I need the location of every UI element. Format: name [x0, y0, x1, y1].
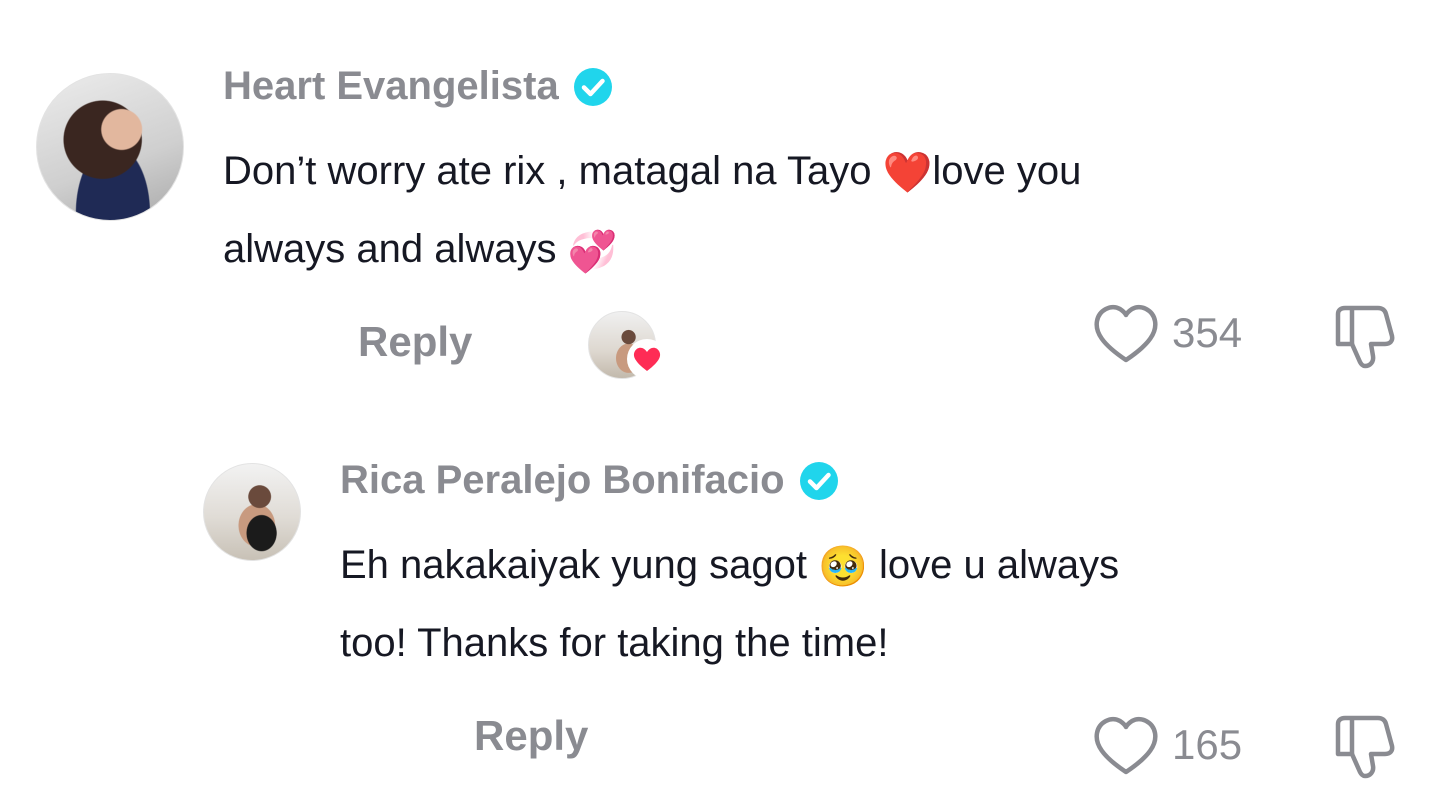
comment-author[interactable]: Heart Evangelista: [223, 64, 613, 109]
comment-text-line: love you: [932, 149, 1082, 193]
comment-text-line: love u always: [867, 543, 1120, 587]
red-heart-emoji: ❤️: [882, 151, 933, 196]
verified-icon: [799, 461, 838, 500]
verified-icon: [573, 67, 612, 106]
heart-outline-icon[interactable]: [1090, 300, 1162, 366]
comment-text: Don’t worry ate rix , matagal na Tayo ❤️…: [223, 133, 1081, 290]
like-control[interactable]: 165: [1090, 712, 1272, 778]
comment-author[interactable]: Rica Peralejo Bonifacio: [340, 458, 839, 503]
reply-button[interactable]: Reply: [358, 318, 472, 366]
comment-text-line: always and always: [223, 227, 568, 272]
comment-text: Eh nakakaiyak yung sagot 🥹 love u always…: [340, 527, 1119, 681]
avatar[interactable]: [36, 73, 184, 221]
comment-text-line: Eh nakakaiyak yung sagot: [340, 543, 819, 587]
author-name[interactable]: Heart Evangelista: [223, 64, 559, 109]
comment-text-line: too! Thanks for taking the time!: [340, 621, 889, 666]
dislike-icon[interactable]: [1328, 710, 1400, 782]
revolving-hearts-emoji: 💞: [567, 229, 618, 274]
heart-outline-icon[interactable]: [1090, 712, 1162, 778]
comment-text-line: Don’t worry ate rix , matagal na Tayo: [223, 149, 883, 193]
author-name[interactable]: Rica Peralejo Bonifacio: [340, 458, 785, 503]
like-count: 165: [1172, 721, 1243, 768]
like-control[interactable]: 354: [1090, 300, 1272, 366]
avatar[interactable]: [203, 463, 301, 561]
like-count: 354: [1172, 309, 1243, 356]
teary-face-emoji: 🥹: [818, 545, 868, 590]
reply-button[interactable]: Reply: [474, 712, 588, 760]
red-heart-icon: [627, 339, 667, 379]
comments-panel: Heart Evangelista Don’t worry ate rix , …: [0, 0, 1442, 800]
dislike-icon[interactable]: [1328, 300, 1400, 372]
